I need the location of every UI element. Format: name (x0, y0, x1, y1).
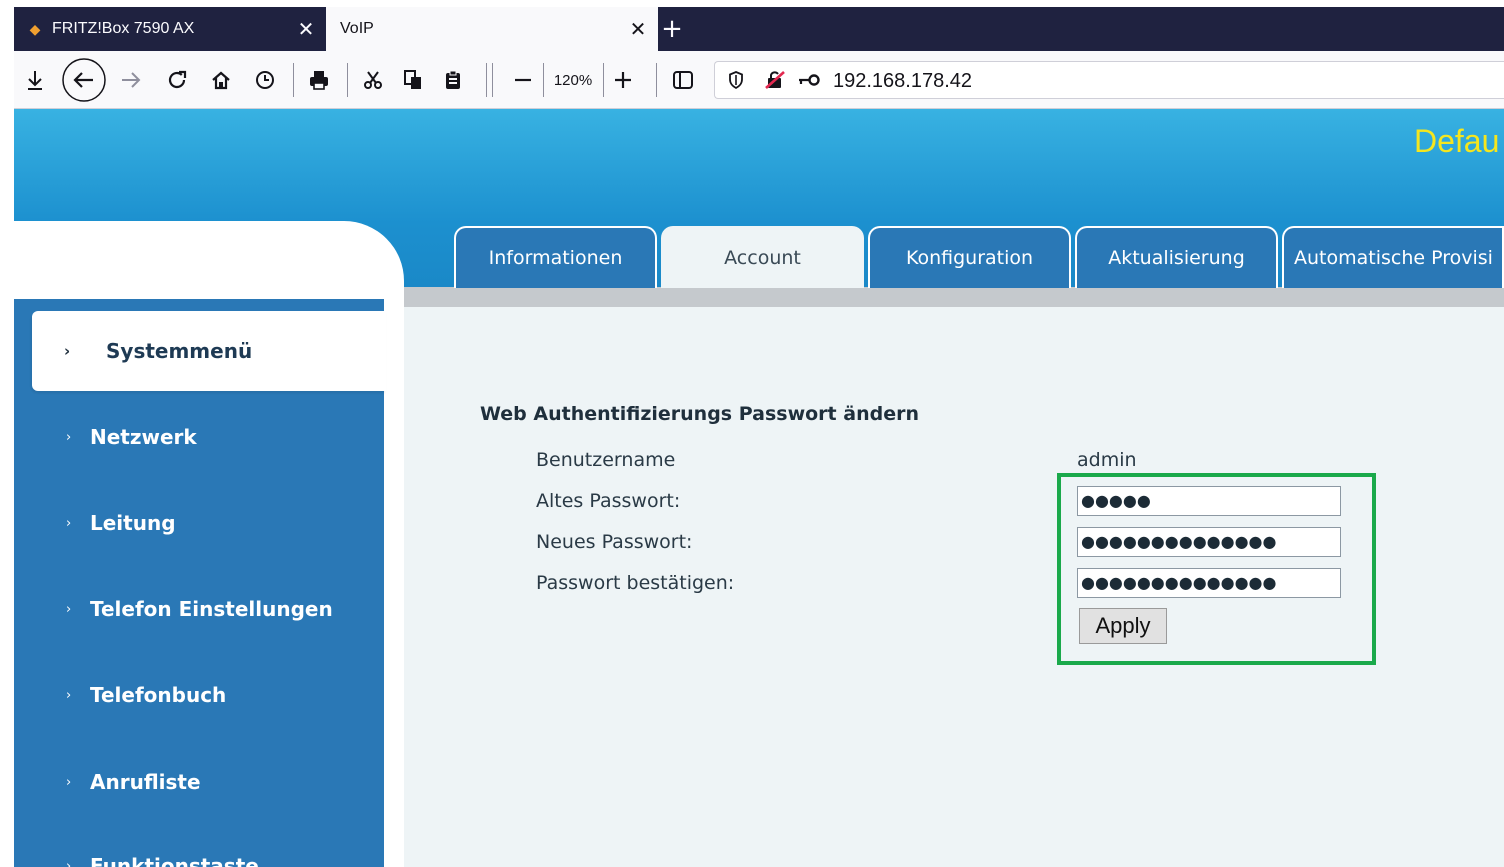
chevron-right-icon: › (66, 858, 72, 867)
sidebar: › Systemmenü › Netzwerk › Leitung › Tele… (14, 221, 404, 867)
browser-tab-title: FRITZ!Box 7590 AX (52, 20, 195, 37)
browser-toolbar: 120% 192.168.178.42 (14, 51, 1504, 109)
web-page: Defau › Systemmenü › Netzwerk › Leitung … (14, 109, 1504, 867)
sidebar-item-label: Anrufliste (90, 770, 201, 794)
section-title: Web Authentifizierungs Passwort ändern (480, 403, 919, 425)
username-label: Benutzername (536, 449, 676, 471)
sidebar-item-anrufliste[interactable]: › Anrufliste (14, 752, 384, 812)
zoom-level: 120% (553, 71, 593, 89)
url-bar[interactable]: 192.168.178.42 (714, 61, 1504, 99)
sidebar-item-leitung[interactable]: › Leitung (14, 493, 384, 553)
sidebar-item-funktionstaste[interactable]: › Funktionstaste (14, 836, 384, 867)
tab-label: Informationen (488, 247, 623, 269)
tab-label: Konfiguration (905, 247, 1034, 269)
browser-tab-fritzbox[interactable]: ◆ FRITZ!Box 7590 AX ✕ (14, 7, 326, 51)
zoom-out-button[interactable] (508, 51, 538, 109)
old-password-label: Altes Passwort: (536, 490, 681, 512)
brand-text: Defau (1414, 123, 1500, 159)
downloads-icon[interactable] (20, 51, 50, 109)
sidebar-item-label: Funktionstaste (90, 854, 259, 867)
browser-tab-title: VoIP (340, 20, 374, 37)
cut-icon[interactable] (357, 51, 389, 109)
sidebar-item-label: Leitung (90, 511, 176, 535)
close-tab-icon[interactable]: ✕ (618, 17, 658, 42)
sidebar-item-netzwerk[interactable]: › Netzwerk (14, 407, 384, 467)
toolbar-separator (656, 63, 657, 97)
chevron-right-icon: › (66, 687, 72, 703)
url-text: 192.168.178.42 (833, 70, 973, 92)
tab-automatische-provisionierung[interactable]: Automatische Provisi (1282, 226, 1504, 288)
sidebar-item-label: Systemmenü (106, 339, 253, 363)
tab-account[interactable]: Account (661, 226, 864, 288)
tab-aktualisierung[interactable]: Aktualisierung (1075, 226, 1278, 288)
sidebar-item-systemmenue[interactable]: › Systemmenü (32, 311, 386, 391)
reader-view-icon[interactable] (668, 51, 698, 109)
chevron-right-icon: › (66, 515, 72, 531)
username-value: admin (1077, 449, 1137, 471)
sidebar-item-label: Netzwerk (90, 425, 197, 449)
print-icon[interactable] (302, 51, 336, 109)
chevron-right-icon: › (66, 601, 72, 617)
chevron-right-icon: › (66, 429, 72, 445)
new-password-label: Neues Passwort: (536, 531, 693, 553)
toolbar-separator (293, 63, 294, 97)
tab-konfiguration[interactable]: Konfiguration (868, 226, 1071, 288)
confirm-password-label: Passwort bestätigen: (536, 572, 735, 594)
sidebar-item-telefonbuch[interactable]: › Telefonbuch (14, 665, 384, 725)
zoom-reset-button[interactable]: 120% (546, 51, 600, 109)
tab-label: Automatische Provisi (1294, 247, 1493, 269)
chevron-right-icon: › (64, 342, 71, 360)
shield-icon[interactable] (725, 62, 747, 98)
tab-underline-strip (392, 287, 1504, 307)
sidebar-item-label: Telefon Einstellungen (90, 597, 333, 621)
paste-icon[interactable] (437, 51, 469, 109)
forward-button[interactable] (114, 51, 148, 109)
sidebar-item-telefon-einstellungen[interactable]: › Telefon Einstellungen (14, 579, 384, 639)
tab-informationen[interactable]: Informationen (454, 226, 657, 288)
key-icon[interactable] (795, 62, 823, 98)
zoom-in-button[interactable] (608, 51, 638, 109)
toolbar-separator (486, 63, 487, 97)
toolbar-separator (543, 63, 544, 97)
new-tab-button[interactable]: + (654, 7, 690, 51)
browser-tab-voip[interactable]: VoIP ✕ (326, 7, 658, 51)
toolbar-separator (603, 63, 604, 97)
back-button[interactable] (60, 51, 108, 109)
toolbar-separator (347, 63, 348, 97)
reload-icon[interactable] (160, 51, 194, 109)
history-icon[interactable] (248, 51, 282, 109)
tab-label: Account (724, 247, 801, 269)
toolbar-separator (492, 63, 493, 97)
chevron-right-icon: › (66, 774, 72, 790)
browser-tab-bar: ◆ FRITZ!Box 7590 AX ✕ VoIP ✕ + (14, 7, 1504, 51)
insecure-lock-icon[interactable] (763, 62, 787, 98)
copy-icon[interactable] (397, 51, 429, 109)
highlight-box (1057, 473, 1376, 665)
home-icon[interactable] (204, 51, 238, 109)
close-tab-icon[interactable]: ✕ (286, 17, 326, 42)
fritzbox-favicon-icon: ◆ (29, 20, 41, 37)
tab-label: Aktualisierung (1108, 247, 1245, 269)
sidebar-item-label: Telefonbuch (90, 683, 227, 707)
